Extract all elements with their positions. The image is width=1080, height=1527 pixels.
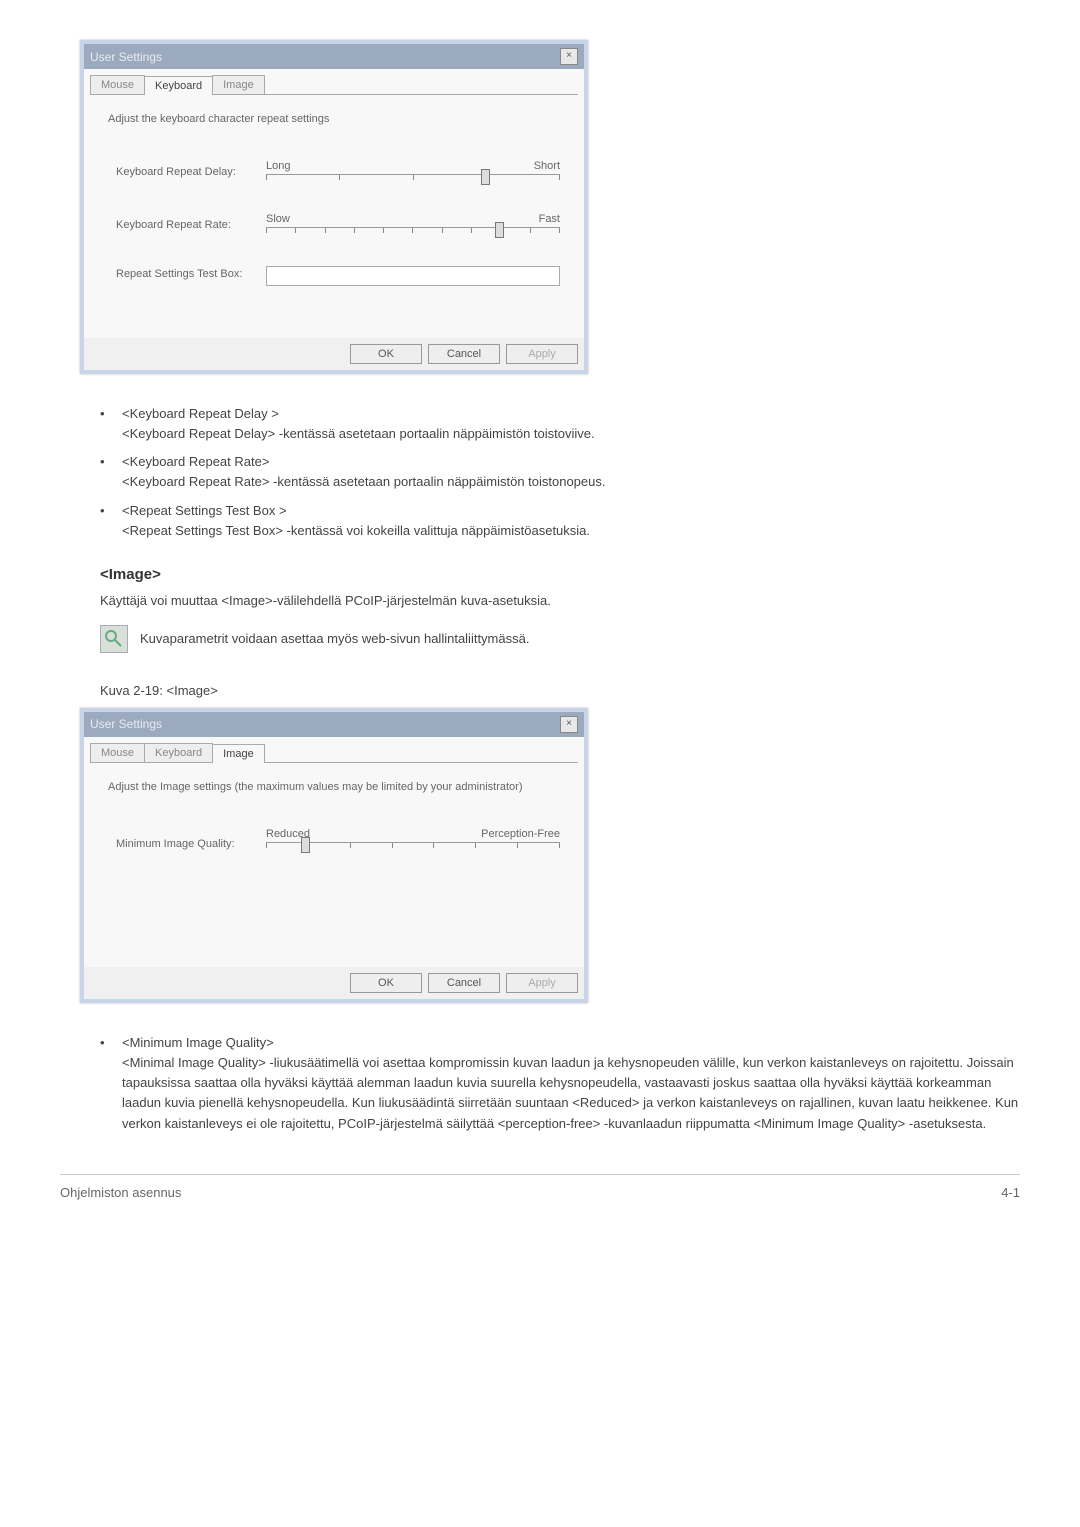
close-icon[interactable]: × <box>560 716 578 733</box>
repeat-test-row: Repeat Settings Test Box: <box>108 266 560 286</box>
tab-description: Adjust the keyboard character repeat set… <box>108 113 560 125</box>
note: Kuvaparametrit voidaan asettaa myös web-… <box>100 625 1020 653</box>
image-intro: Käyttäjä voi muuttaa <Image>-välilehdell… <box>100 591 1020 611</box>
keyboard-repeat-rate-row: Keyboard Repeat Rate: Slow Fast <box>108 213 560 248</box>
tab-keyboard[interactable]: Keyboard <box>144 76 213 95</box>
min-image-quality-label: Minimum Image Quality: <box>108 828 266 850</box>
close-icon[interactable]: × <box>560 48 578 65</box>
list-item: <Repeat Settings Test Box > <Repeat Sett… <box>100 501 1020 541</box>
bullet-body: <Minimal Image Quality> -liukusäätimellä… <box>122 1055 1018 1130</box>
dialog-buttons: OK Cancel Apply <box>84 338 584 370</box>
min-image-quality-row: Minimum Image Quality: Reduced Perceptio… <box>108 828 560 863</box>
keyboard-repeat-delay-slider[interactable] <box>266 174 560 195</box>
tab-image[interactable]: Image <box>212 744 265 763</box>
image-bullets: <Minimum Image Quality> <Minimal Image Q… <box>100 1033 1020 1134</box>
tab-image[interactable]: Image <box>212 75 265 94</box>
dialog-titlebar: User Settings × <box>84 712 584 737</box>
bullet-title: <Repeat Settings Test Box > <box>122 503 287 518</box>
dialog-title: User Settings <box>90 717 162 731</box>
dialog-titlebar: User Settings × <box>84 44 584 69</box>
tab-mouse[interactable]: Mouse <box>90 75 145 94</box>
tabs: Mouse Keyboard Image <box>90 75 578 95</box>
footer-left: Ohjelmiston asennus <box>60 1185 181 1200</box>
bullet-body: <Repeat Settings Test Box> -kentässä voi… <box>122 523 590 538</box>
slider-right-label: Short <box>534 160 560 172</box>
dialog-title: User Settings <box>90 50 162 64</box>
tab-mouse[interactable]: Mouse <box>90 743 145 762</box>
figure-caption: Kuva 2-19: <Image> <box>100 683 1020 698</box>
min-image-quality-slider[interactable] <box>266 842 560 863</box>
note-text: Kuvaparametrit voidaan asettaa myös web-… <box>140 625 529 649</box>
bullet-body: <Keyboard Repeat Rate> -kentässä aseteta… <box>122 474 606 489</box>
dialog-buttons: OK Cancel Apply <box>84 967 584 999</box>
list-item: <Keyboard Repeat Rate> <Keyboard Repeat … <box>100 452 1020 492</box>
image-heading: <Image> <box>100 566 1020 583</box>
user-settings-dialog-image: User Settings × Mouse Keyboard Image Adj… <box>80 708 588 1003</box>
bullet-body: <Keyboard Repeat Delay> -kentässä asetet… <box>122 426 595 441</box>
repeat-test-label: Repeat Settings Test Box: <box>108 266 266 280</box>
ok-button[interactable]: OK <box>350 973 422 993</box>
slider-right-label: Perception-Free <box>481 828 560 840</box>
tab-keyboard[interactable]: Keyboard <box>144 743 213 762</box>
keyboard-bullets: <Keyboard Repeat Delay > <Keyboard Repea… <box>100 404 1020 541</box>
apply-button: Apply <box>506 973 578 993</box>
keyboard-repeat-delay-label: Keyboard Repeat Delay: <box>108 160 266 178</box>
user-settings-dialog-keyboard: User Settings × Mouse Keyboard Image Adj… <box>80 40 588 374</box>
keyboard-repeat-rate-label: Keyboard Repeat Rate: <box>108 213 266 231</box>
slider-left-label: Slow <box>266 213 290 225</box>
bullet-title: <Keyboard Repeat Delay > <box>122 406 279 421</box>
list-item: <Minimum Image Quality> <Minimal Image Q… <box>100 1033 1020 1134</box>
cancel-button[interactable]: Cancel <box>428 344 500 364</box>
tab-description: Adjust the Image settings (the maximum v… <box>108 781 560 793</box>
page-footer: Ohjelmiston asennus 4-1 <box>60 1174 1020 1200</box>
repeat-test-input[interactable] <box>266 266 560 286</box>
keyboard-repeat-delay-row: Keyboard Repeat Delay: Long Short <box>108 160 560 195</box>
slider-left-label: Long <box>266 160 290 172</box>
footer-right: 4-1 <box>1001 1185 1020 1200</box>
note-icon <box>100 625 128 653</box>
list-item: <Keyboard Repeat Delay > <Keyboard Repea… <box>100 404 1020 444</box>
tabs: Mouse Keyboard Image <box>90 743 578 763</box>
bullet-title: <Minimum Image Quality> <box>122 1035 274 1050</box>
keyboard-repeat-rate-slider[interactable] <box>266 227 560 248</box>
bullet-title: <Keyboard Repeat Rate> <box>122 454 269 469</box>
slider-right-label: Fast <box>539 213 560 225</box>
ok-button[interactable]: OK <box>350 344 422 364</box>
cancel-button[interactable]: Cancel <box>428 973 500 993</box>
apply-button: Apply <box>506 344 578 364</box>
